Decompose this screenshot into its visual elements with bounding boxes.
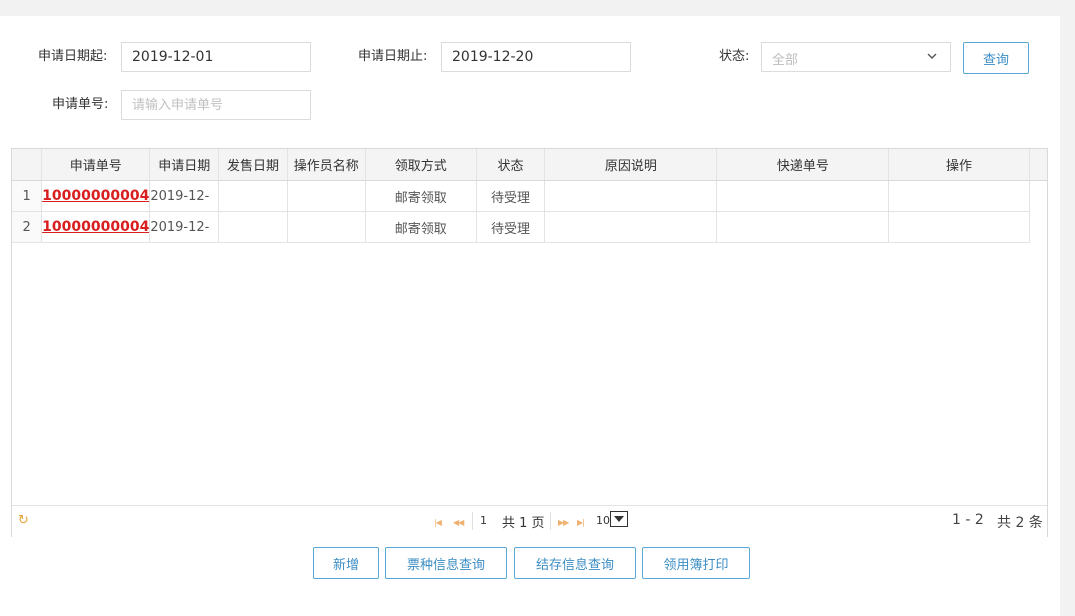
chevron-down-icon	[614, 516, 624, 522]
add-button[interactable]: 新增	[313, 547, 379, 579]
next-page-icon[interactable]: ▶▶	[558, 518, 569, 527]
method-cell: 邮寄领取	[365, 180, 477, 212]
column-header[interactable]: 申请单号	[41, 149, 151, 181]
total-count-text: 共 2 条	[997, 515, 1043, 531]
sale-date-cell	[218, 211, 288, 243]
end-date-input[interactable]	[441, 42, 631, 72]
order-number-link[interactable]: 10000000004	[42, 188, 149, 204]
start-date-label: 申请日期起:	[38, 49, 108, 64]
action-cell	[888, 180, 1030, 212]
column-header[interactable]: 操作员名称	[287, 149, 366, 181]
refresh-icon[interactable]: ↻	[18, 513, 29, 528]
table-row[interactable]: 1 10000000004 2019-12- 邮寄领取 待受理	[12, 180, 1047, 212]
row-spacer	[1029, 212, 1047, 243]
order-no-label: 申请单号:	[52, 97, 109, 112]
apply-date-cell: 2019-12-	[149, 211, 220, 243]
status-cell: 待受理	[476, 211, 546, 243]
action-cell	[888, 211, 1030, 243]
page-size-value: 10	[596, 514, 610, 527]
row-number: 2	[12, 211, 43, 243]
header-scroll-spacer	[1029, 149, 1047, 181]
pagination-bar: ↻ |◀ ◀◀ 1 共 1 页 ▶▶ ▶| 10 1 - 2 共 2 条	[12, 505, 1047, 537]
method-cell: 邮寄领取	[365, 211, 477, 243]
column-header[interactable]: 发售日期	[218, 149, 288, 181]
data-table: 申请单号 申请日期 发售日期 操作员名称 领取方式 状态 原因说明 快递单号 操…	[12, 149, 1047, 243]
reason-cell	[544, 211, 718, 243]
column-header[interactable]: 操作	[888, 149, 1030, 181]
table-header-row: 申请单号 申请日期 发售日期 操作员名称 领取方式 状态 原因说明 快递单号 操…	[12, 149, 1047, 181]
operator-cell	[287, 211, 366, 243]
data-grid: 申请单号 申请日期 发售日期 操作员名称 领取方式 状态 原因说明 快递单号 操…	[11, 148, 1048, 537]
express-no-cell	[716, 180, 890, 212]
query-button[interactable]: 查询	[963, 42, 1029, 74]
pager-divider	[550, 512, 551, 530]
column-header[interactable]: 状态	[476, 149, 546, 181]
express-no-cell	[716, 211, 890, 243]
column-header[interactable]: 申请日期	[149, 149, 220, 181]
stock-info-query-button[interactable]: 结存信息查询	[514, 547, 636, 579]
column-header[interactable]: 领取方式	[365, 149, 477, 181]
ticket-info-query-button[interactable]: 票种信息查询	[385, 547, 507, 579]
table-row[interactable]: 2 10000000004 2019-12- 邮寄领取 待受理	[12, 211, 1047, 243]
order-number-link[interactable]: 10000000004	[42, 219, 149, 235]
header-rownum	[12, 149, 43, 181]
row-spacer	[1029, 181, 1047, 212]
page-number-input[interactable]: 1	[480, 514, 487, 527]
reason-cell	[544, 180, 718, 212]
range-text: 1 - 2	[952, 512, 984, 528]
column-header[interactable]: 原因说明	[544, 149, 718, 181]
row-number: 1	[12, 180, 43, 212]
first-page-icon[interactable]: |◀	[434, 518, 442, 527]
last-page-icon[interactable]: ▶|	[577, 518, 585, 527]
end-date-label: 申请日期止:	[358, 49, 428, 64]
status-select[interactable]: 全部	[761, 42, 951, 72]
print-book-button[interactable]: 领用簿打印	[642, 547, 750, 579]
operator-cell	[287, 180, 366, 212]
apply-date-cell: 2019-12-	[149, 180, 220, 212]
page-size-select[interactable]	[610, 511, 628, 527]
prev-page-icon[interactable]: ◀◀	[453, 518, 464, 527]
order-no-input[interactable]	[121, 90, 311, 120]
status-cell: 待受理	[476, 180, 546, 212]
page-total-text: 共 1 页	[502, 516, 545, 531]
status-select-value: 全部	[772, 53, 799, 68]
status-label: 状态:	[719, 49, 750, 64]
chevron-down-icon	[926, 48, 938, 64]
start-date-input[interactable]	[121, 42, 311, 72]
pager-divider	[472, 512, 473, 530]
column-header[interactable]: 快递单号	[716, 149, 890, 181]
sale-date-cell	[218, 180, 288, 212]
